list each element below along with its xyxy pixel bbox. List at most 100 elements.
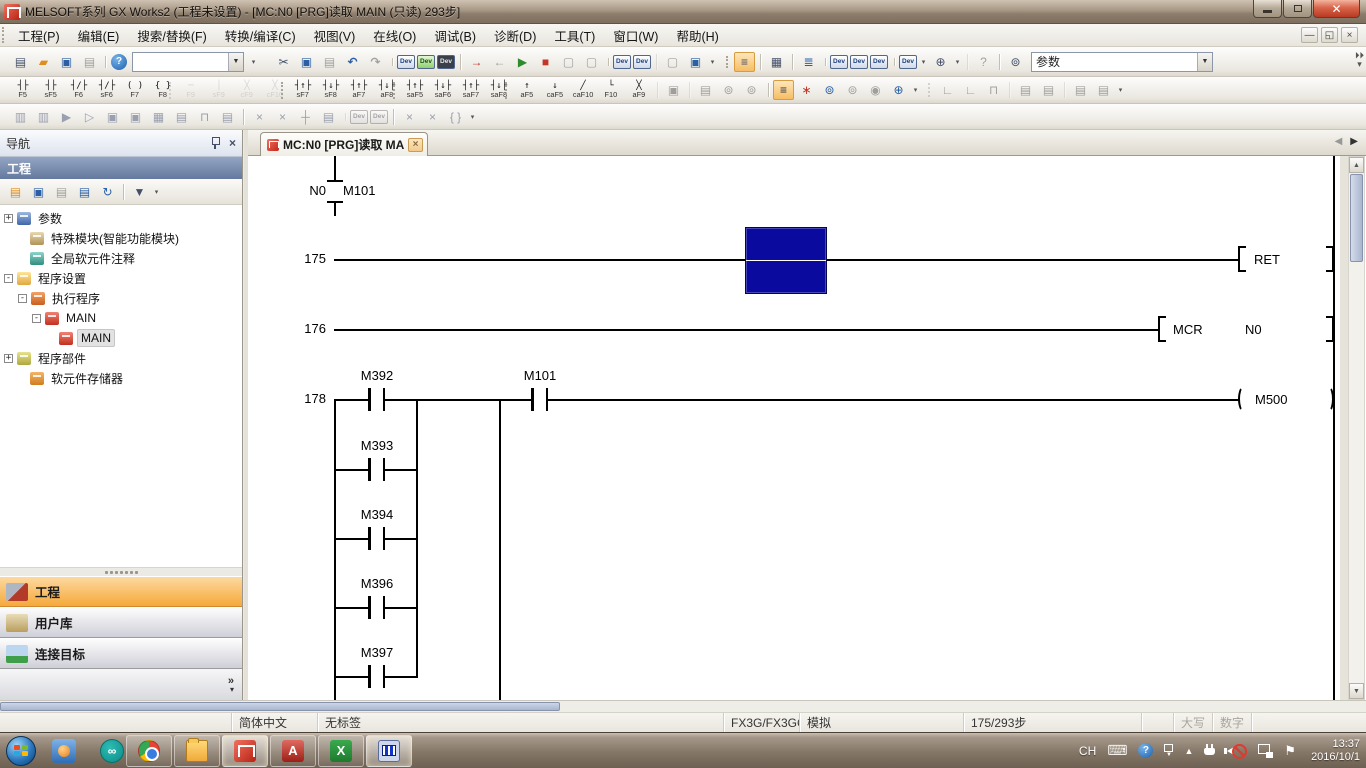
- invert-rising-button[interactable]: ↑ aF5: [514, 79, 541, 102]
- taskbar-button-autocad[interactable]: A: [270, 735, 316, 767]
- menu-item[interactable]: 在线(O): [364, 24, 425, 46]
- tab-scroll-left-icon[interactable]: ◀: [1335, 136, 1343, 147]
- menu-item[interactable]: 调试(B): [425, 24, 485, 46]
- tool-brace-icon[interactable]: { }: [445, 107, 466, 127]
- tab-close-icon[interactable]: ×: [408, 138, 423, 152]
- wire-edit-icon[interactable]: ∗: [796, 80, 817, 100]
- edit-doc-2-icon[interactable]: ⊚: [718, 80, 739, 100]
- monitor-run-icon[interactable]: ▶: [512, 52, 533, 72]
- vertical-scrollbar[interactable]: ▲ ▼: [1348, 156, 1365, 700]
- tool-x3-icon[interactable]: ×: [399, 107, 420, 127]
- ladder-doc-2-icon[interactable]: ▤: [1093, 80, 1114, 100]
- wire-mode-icon[interactable]: ≡: [773, 80, 794, 100]
- navigation-toggle-icon[interactable]: ≡: [734, 52, 755, 72]
- tree-item-special-module[interactable]: 特殊模块(智能功能模块): [0, 228, 242, 248]
- monitor-stop-icon[interactable]: ■: [535, 52, 556, 72]
- taskbar-button-excel[interactable]: X: [318, 735, 364, 767]
- write-to-plc-icon[interactable]: Dev: [397, 55, 415, 69]
- close-button[interactable]: ✕: [1313, 0, 1360, 18]
- device-comment-icon[interactable]: Dev: [830, 55, 848, 69]
- coil-button[interactable]: ( ) F7: [122, 79, 149, 102]
- sort-dropdown-icon[interactable]: ▾: [152, 182, 161, 202]
- paste-data-icon[interactable]: ▤: [51, 182, 72, 202]
- combo-dropdown-icon[interactable]: ▼: [1197, 53, 1212, 71]
- closed-contact-button[interactable]: ┤/├ F6: [66, 79, 93, 102]
- context-help-icon[interactable]: ?: [973, 52, 994, 72]
- device-find-dropdown-icon[interactable]: ▾: [953, 52, 962, 72]
- device-display-icon[interactable]: Dev: [899, 55, 917, 69]
- tree-item-main-ladder[interactable]: MAIN: [0, 328, 242, 348]
- sfc-pulse-icon[interactable]: ⊓: [194, 107, 215, 127]
- tree-item-execution-program[interactable]: - 执行程序: [0, 288, 242, 308]
- sort-icon[interactable]: ▼: [129, 182, 150, 202]
- menu-item[interactable]: 工具(T): [545, 24, 604, 46]
- mdi-close-button[interactable]: ×: [1341, 27, 1358, 43]
- horizontal-line-button[interactable]: ─ F9: [178, 79, 205, 102]
- contact-m101[interactable]: [531, 388, 548, 411]
- find-device-icon[interactable]: ⊚: [842, 80, 863, 100]
- show-hidden-icons[interactable]: ▲: [1184, 746, 1193, 756]
- media-player-icon[interactable]: [52, 739, 76, 763]
- language-indicator[interactable]: CH: [1079, 744, 1096, 758]
- or-closed-contact-button[interactable]: ┤/├ sF6: [94, 79, 121, 102]
- horizontal-scrollbar[interactable]: [0, 700, 1366, 712]
- expander-icon[interactable]: +: [4, 214, 13, 223]
- start-button[interactable]: [6, 736, 36, 766]
- speaker-muted-icon[interactable]: [1227, 743, 1247, 759]
- taskbar-button-explorer[interactable]: [174, 735, 220, 767]
- data-property-icon[interactable]: ▤: [74, 182, 95, 202]
- step-run-1-icon[interactable]: ∟: [937, 80, 958, 100]
- dev-tool-1-icon[interactable]: Dev: [350, 110, 368, 124]
- mdi-restore-button[interactable]: ◱: [1321, 27, 1338, 43]
- invert-falling-button[interactable]: ↓ caF5: [542, 79, 569, 102]
- open-project-icon[interactable]: ▰: [33, 52, 54, 72]
- device-display-dropdown-icon[interactable]: ▾: [919, 52, 928, 72]
- inline-st-icon[interactable]: ▣: [663, 80, 684, 100]
- menu-item[interactable]: 编辑(E): [69, 24, 129, 46]
- copy-icon[interactable]: ▣: [296, 52, 317, 72]
- menu-item[interactable]: 帮助(H): [667, 24, 727, 46]
- window-b-icon[interactable]: ▢: [581, 52, 602, 72]
- delete-line-button[interactable]: ╳ aF9: [626, 79, 653, 102]
- device-monitor-1-icon[interactable]: Dev: [613, 55, 631, 69]
- view-button-project[interactable]: 工程: [0, 576, 242, 607]
- tray-help-icon[interactable]: ?: [1138, 743, 1153, 758]
- scroll-up-icon[interactable]: ▲: [1349, 157, 1364, 173]
- find-combobox[interactable]: ▼: [132, 52, 244, 72]
- zoom-icon[interactable]: ⊕: [888, 80, 909, 100]
- menu-item[interactable]: 工程(P): [9, 24, 69, 46]
- tool-doc-icon[interactable]: ▤: [318, 107, 339, 127]
- expander-icon[interactable]: +: [4, 354, 13, 363]
- outline-list-icon[interactable]: ≣: [798, 52, 819, 72]
- start-monitor-icon[interactable]: →: [466, 52, 487, 72]
- menu-item[interactable]: 诊断(D): [485, 24, 545, 46]
- scroll-down-icon[interactable]: ▼: [1349, 683, 1364, 699]
- device-grid-icon[interactable]: Dev: [870, 55, 888, 69]
- edit-doc-3-icon[interactable]: ⊚: [741, 80, 762, 100]
- taskbar-clock[interactable]: 13:37 2016/10/1: [1307, 738, 1360, 764]
- tool-x2-icon[interactable]: ×: [272, 107, 293, 127]
- toolbar-right-overflow-icon[interactable]: ⏵⏵▾: [1355, 51, 1364, 69]
- toolbar-overflow-icon[interactable]: ▾: [708, 52, 717, 72]
- refresh-icon[interactable]: ↻: [97, 182, 118, 202]
- device-monitor-2-icon[interactable]: Dev: [633, 55, 651, 69]
- menu-item[interactable]: 转换/编译(C): [216, 24, 305, 46]
- find-contact-coil-icon[interactable]: ⊚: [819, 80, 840, 100]
- print-icon[interactable]: ▤: [79, 52, 100, 72]
- tree-item-program-parts[interactable]: + 程序部件: [0, 348, 242, 368]
- delete-vline-button[interactable]: ╳ cF10: [262, 79, 289, 102]
- arduino-icon[interactable]: ∞: [100, 739, 124, 763]
- combo-dropdown-icon[interactable]: ▼: [228, 53, 243, 71]
- sfc-step-icon[interactable]: ▷: [79, 107, 100, 127]
- tab-scroll-right-icon[interactable]: ▶: [1350, 136, 1358, 147]
- sfc-list-icon[interactable]: ▤: [171, 107, 192, 127]
- device-find-icon[interactable]: ⊕: [930, 52, 951, 72]
- sfc-window-1-icon[interactable]: ▣: [102, 107, 123, 127]
- tree-item-parameters[interactable]: + 参数: [0, 208, 242, 228]
- device-watch-icon[interactable]: ◉: [865, 80, 886, 100]
- edit-cursor-cell[interactable]: [745, 227, 827, 294]
- tray-window-icon[interactable]: ▼: [1164, 744, 1173, 758]
- restore-window-icon[interactable]: ▢: [662, 52, 683, 72]
- expander-icon[interactable]: -: [32, 314, 41, 323]
- or-falling-pulse-button[interactable]: ┤↓├ aF8: [374, 79, 401, 102]
